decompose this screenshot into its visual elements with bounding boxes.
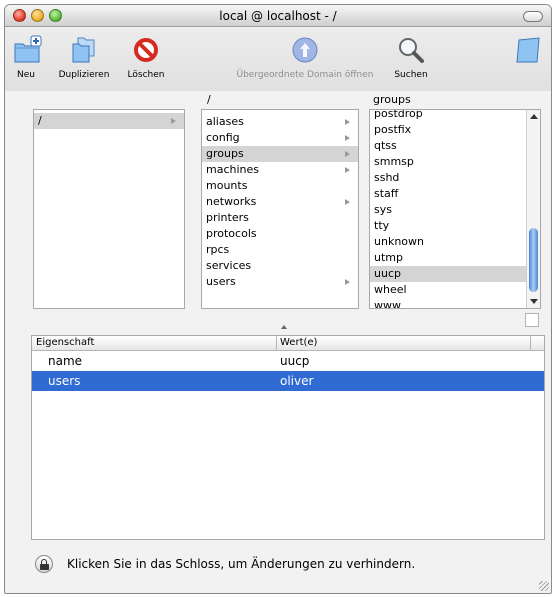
list-item[interactable]: sys	[370, 202, 540, 218]
column-header-property[interactable]: Eigenschaft	[36, 337, 94, 348]
list-item[interactable]: postdrop	[370, 110, 540, 122]
scroll-down-arrow-icon[interactable]	[530, 299, 538, 304]
toolbar-toggle-button[interactable]	[523, 11, 543, 22]
value-cell: uucp	[280, 354, 310, 368]
parent-domain-label: Übergeordnete Domain öffnen	[236, 70, 374, 80]
folder-icon	[513, 34, 545, 66]
column-header-value[interactable]: Wert(e)	[280, 337, 317, 348]
property-cell: users	[48, 374, 81, 388]
new-label: Neu	[17, 70, 35, 80]
title-bar: local @ localhost - /	[5, 5, 551, 27]
list-item[interactable]: mounts	[202, 178, 358, 194]
new-button[interactable]: Neu	[11, 34, 43, 80]
list-item[interactable]: networks	[202, 194, 358, 210]
magnifier-icon	[395, 34, 427, 66]
chevron-right-icon	[345, 151, 350, 157]
list-item[interactable]: machines	[202, 162, 358, 178]
chevron-right-icon	[345, 167, 350, 173]
list-item[interactable]: unknown	[370, 234, 540, 250]
new-folder-icon	[11, 34, 43, 66]
header-corner	[530, 336, 544, 351]
list-item[interactable]: postfix	[370, 122, 540, 138]
lock-icon[interactable]	[35, 555, 53, 573]
chevron-right-icon	[345, 279, 350, 285]
browser-column-3[interactable]: postdrop postfix qtss smmsp sshd staff s…	[369, 109, 541, 309]
delete-button[interactable]: Löschen	[123, 34, 169, 80]
vertical-scrollbar[interactable]	[526, 110, 540, 308]
column-browser: / groups / aliases config groups machine…	[31, 93, 545, 327]
table-row[interactable]: users oliver	[32, 371, 544, 391]
split-view-handle[interactable]	[281, 325, 287, 329]
browser-column-1[interactable]: /	[33, 109, 185, 309]
search-label: Suchen	[394, 70, 428, 80]
list-item[interactable]: www	[370, 298, 540, 308]
list-item[interactable]: printers	[202, 210, 358, 226]
scroll-up-arrow-icon[interactable]	[530, 114, 538, 119]
list-item[interactable]: tty	[370, 218, 540, 234]
table-header: Eigenschaft Wert(e)	[32, 336, 544, 351]
delete-icon	[130, 34, 162, 66]
list-item[interactable]: services	[202, 258, 358, 274]
list-item[interactable]: uucp	[370, 266, 540, 282]
browser-column-2[interactable]: aliases config groups machines mounts ne…	[201, 109, 359, 309]
search-button[interactable]: Suchen	[391, 34, 431, 80]
list-item[interactable]: users	[202, 274, 358, 290]
duplicate-button[interactable]: Duplizieren	[49, 34, 119, 80]
list-item[interactable]: groups	[202, 146, 358, 162]
list-item[interactable]: rpcs	[202, 242, 358, 258]
chevron-right-icon	[345, 135, 350, 141]
duplicate-icon	[68, 34, 100, 66]
scroll-corner	[525, 313, 539, 327]
chevron-right-icon	[345, 199, 350, 205]
table-row[interactable]: name uucp	[32, 351, 544, 371]
delete-label: Löschen	[127, 70, 165, 80]
column-3-header: groups	[373, 93, 411, 106]
chevron-right-icon	[171, 118, 176, 124]
globe-icon	[289, 34, 321, 66]
folder-button[interactable]	[513, 34, 545, 70]
scroll-thumb[interactable]	[529, 228, 538, 292]
property-cell: name	[48, 354, 83, 368]
list-item[interactable]: config	[202, 130, 358, 146]
toolbar: Neu Duplizieren Löschen Übergeordnete Do…	[5, 28, 551, 91]
list-item[interactable]: qtss	[370, 138, 540, 154]
list-item[interactable]: sshd	[370, 170, 540, 186]
list-item[interactable]: staff	[370, 186, 540, 202]
lock-hint-text: Klicken Sie in das Schloss, um Änderunge…	[67, 557, 416, 571]
window-title: local @ localhost - /	[219, 9, 337, 23]
list-item[interactable]: aliases	[202, 114, 358, 130]
list-item[interactable]: /	[34, 113, 184, 129]
list-item[interactable]: wheel	[370, 282, 540, 298]
list-item[interactable]: utmp	[370, 250, 540, 266]
duplicate-label: Duplizieren	[58, 70, 110, 80]
column-2-header: /	[207, 93, 211, 106]
chevron-right-icon	[345, 119, 350, 125]
value-cell: oliver	[280, 374, 314, 388]
netinfo-window: local @ localhost - / Neu Duplizieren Lö…	[4, 4, 552, 594]
resize-grip[interactable]	[539, 581, 549, 591]
list-item[interactable]: smmsp	[370, 154, 540, 170]
list-item[interactable]: protocols	[202, 226, 358, 242]
parent-domain-button[interactable]: Übergeordnete Domain öffnen	[225, 34, 385, 80]
property-table: Eigenschaft Wert(e) name uucp users oliv…	[31, 335, 545, 540]
column-divider	[276, 336, 277, 351]
